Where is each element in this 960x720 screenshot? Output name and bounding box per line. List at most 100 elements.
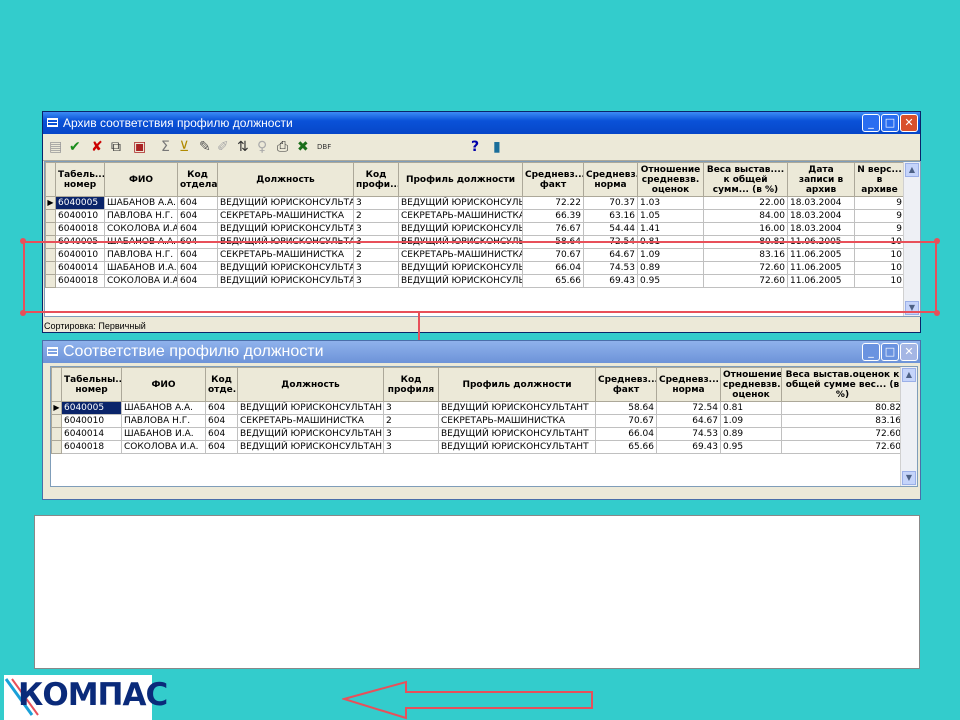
table-cell[interactable]: 604 xyxy=(177,209,218,223)
table-cell[interactable]: 18.03.2004 xyxy=(787,209,855,223)
row-indicator[interactable]: ▶ xyxy=(51,401,62,415)
table-cell[interactable]: 72.54 xyxy=(656,401,721,415)
table-cell[interactable]: 84.00 xyxy=(703,209,788,223)
row-indicator[interactable] xyxy=(45,222,56,236)
table-cell[interactable]: 3 xyxy=(353,196,399,210)
maximize-button[interactable]: □ xyxy=(881,114,899,132)
table-cell[interactable]: СОКОЛОВА И.А. xyxy=(121,440,206,454)
table-cell[interactable]: СЕКРЕТАРЬ-МАШИНИСТКА xyxy=(398,209,523,223)
column-header[interactable]: Отношение средневзв. оценок xyxy=(637,162,704,197)
hint-icon[interactable]: ♀ xyxy=(257,138,267,156)
profile-titlebar[interactable]: Соответствие профилю должности _ □ ✕ xyxy=(43,341,920,363)
table-cell[interactable]: ШАБАНОВ А.А. xyxy=(104,196,178,210)
table-cell[interactable]: 76.67 xyxy=(522,222,584,236)
table-cell[interactable]: ВЕДУЩИЙ ЮРИСКОНСУЛЬТА xyxy=(217,196,354,210)
table-row[interactable]: ▶ 6040005 ШАБАНОВ А.А. 604 ВЕДУЩИЙ ЮРИСКОНСУ… xyxy=(51,401,904,415)
table-cell[interactable]: 604 xyxy=(177,196,218,210)
table-cell[interactable]: 604 xyxy=(177,222,218,236)
table-cell[interactable]: 604 xyxy=(205,427,238,441)
exit-icon[interactable]: ▮ xyxy=(493,138,501,156)
column-header[interactable]: Код отде... xyxy=(205,367,238,402)
table-cell[interactable]: 6040010 xyxy=(55,209,105,223)
maximize-button[interactable]: □ xyxy=(881,343,899,361)
excel-icon[interactable]: ✖ xyxy=(297,138,309,156)
table-cell[interactable]: 6040014 xyxy=(61,427,122,441)
table-cell[interactable]: 66.04 xyxy=(595,427,657,441)
table-cell[interactable]: ВЕДУЩИЙ ЮРИСКОНСУЛЬТАН xyxy=(237,401,384,415)
table-cell[interactable]: 0.89 xyxy=(720,427,782,441)
scroll-down-icon[interactable]: ▼ xyxy=(902,471,916,485)
column-header[interactable]: Средневз... факт xyxy=(522,162,584,197)
table-cell[interactable]: 2 xyxy=(383,414,439,428)
table-cell[interactable]: 63.16 xyxy=(583,209,638,223)
archive-titlebar[interactable]: Архив соответствия профилю должности _ □… xyxy=(43,112,920,134)
table-cell[interactable]: ВЕДУЩИЙ ЮРИСКОНСУЛЬ xyxy=(398,196,523,210)
column-header[interactable]: Профиль должности xyxy=(438,367,596,402)
table-cell[interactable]: 80.82 xyxy=(781,401,904,415)
table-cell[interactable]: 18.03.2004 xyxy=(787,222,855,236)
table-cell[interactable]: 83.16 xyxy=(781,414,904,428)
row-indicator[interactable] xyxy=(45,209,56,223)
row-indicator[interactable] xyxy=(51,440,62,454)
column-header[interactable]: Код профиля xyxy=(383,367,439,402)
table-cell[interactable]: 6040005 xyxy=(61,401,122,415)
table-cell[interactable]: 58.64 xyxy=(595,401,657,415)
table-cell[interactable]: 66.39 xyxy=(522,209,584,223)
scroll-up-icon[interactable]: ▲ xyxy=(902,368,916,382)
table-cell[interactable]: 74.53 xyxy=(656,427,721,441)
table-cell[interactable]: ВЕДУЩИЙ ЮРИСКОНСУЛЬ xyxy=(398,222,523,236)
save-record-icon[interactable]: ▣ xyxy=(133,138,146,156)
table-row[interactable]: 6040018 СОКОЛОВА И.А. 604 ВЕДУЩИЙ ЮРИСКОНСУ… xyxy=(51,440,904,454)
table-cell[interactable]: 72.60 xyxy=(781,427,904,441)
table-cell[interactable]: 9 xyxy=(854,222,905,236)
table-cell[interactable]: 604 xyxy=(205,440,238,454)
column-header[interactable]: ФИО xyxy=(104,162,178,197)
column-header[interactable]: ФИО xyxy=(121,367,206,402)
table-cell[interactable]: ПАВЛОВА Н.Г. xyxy=(104,209,178,223)
table-row[interactable]: 6040018 СОКОЛОВА И.А. 604 ВЕДУЩИЙ ЮРИСКОНСУ… xyxy=(45,222,905,236)
table-cell[interactable]: 18.03.2004 xyxy=(787,196,855,210)
table-cell[interactable]: 604 xyxy=(205,414,238,428)
clear-filter-icon[interactable]: ✎ xyxy=(199,138,211,156)
table-row[interactable]: 6040014 ШАБАНОВ И.А. 604 ВЕДУЩИЙ ЮРИСКОНСУЛ… xyxy=(51,427,904,441)
table-cell[interactable]: 0.81 xyxy=(720,401,782,415)
table-cell[interactable]: 69.43 xyxy=(656,440,721,454)
table-cell[interactable]: 22.00 xyxy=(703,196,788,210)
table-cell[interactable]: СЕКРЕТАРЬ-МАШИНИСТКА xyxy=(237,414,384,428)
table-cell[interactable]: ШАБАНОВ И.А. xyxy=(121,427,206,441)
dbf-export-icon[interactable]: DBF xyxy=(317,138,331,156)
table-cell[interactable]: 64.67 xyxy=(656,414,721,428)
table-row[interactable]: 6040010 ПАВЛОВА Н.Г. 604 СЕКРЕТАРЬ-МАШИНИСТ… xyxy=(45,209,905,223)
table-cell[interactable]: 6040010 xyxy=(61,414,122,428)
row-indicator[interactable]: ▶ xyxy=(45,196,56,210)
column-header[interactable]: Код отдела xyxy=(177,162,218,197)
table-cell[interactable]: 1.05 xyxy=(637,209,704,223)
cancel-icon[interactable]: ✘ xyxy=(91,138,103,156)
table-cell[interactable]: ВЕДУЩИЙ ЮРИСКОНСУЛЬТАНТ xyxy=(438,401,596,415)
profile-vscroll[interactable]: ▲ ▼ xyxy=(900,367,917,486)
table-cell[interactable]: 70.67 xyxy=(595,414,657,428)
minimize-button[interactable]: _ xyxy=(862,114,880,132)
table-cell[interactable]: СЕКРЕТАРЬ-МАШИНИСТКА xyxy=(217,209,354,223)
copy-record-icon[interactable]: ⧉ xyxy=(111,138,121,156)
column-header[interactable]: Средневз... норма xyxy=(583,162,638,197)
row-indicator[interactable] xyxy=(51,427,62,441)
check-icon[interactable]: ✔ xyxy=(69,138,81,156)
scroll-up-icon[interactable]: ▲ xyxy=(905,163,919,177)
table-cell[interactable]: ШАБАНОВ А.А. xyxy=(121,401,206,415)
table-cell[interactable]: 9 xyxy=(854,196,905,210)
column-header[interactable]: Веса выстав.оценок к общей сумме вес... … xyxy=(781,367,904,402)
table-cell[interactable]: 72.22 xyxy=(522,196,584,210)
minimize-button[interactable]: _ xyxy=(862,343,880,361)
column-header[interactable]: Должность xyxy=(217,162,354,197)
table-cell[interactable]: ВЕДУЩИЙ ЮРИСКОНСУЛЬТАНТ xyxy=(438,440,596,454)
table-cell[interactable]: СЕКРЕТАРЬ-МАШИНИСТКА xyxy=(438,414,596,428)
table-cell[interactable]: ПАВЛОВА Н.Г. xyxy=(121,414,206,428)
table-cell[interactable]: ВЕДУЩИЙ ЮРИСКОНСУЛЬТАН xyxy=(237,427,384,441)
table-cell[interactable]: 72.60 xyxy=(781,440,904,454)
table-row[interactable]: 6040010 ПАВЛОВА Н.Г. 604 СЕКРЕТАРЬ-МАШИНИСТ… xyxy=(51,414,904,428)
filter-icon[interactable]: ⊻ xyxy=(179,138,189,156)
table-cell[interactable]: 1.09 xyxy=(720,414,782,428)
column-header[interactable]: N верс... в архиве xyxy=(854,162,905,197)
grid-icon[interactable]: ▤ xyxy=(49,138,62,156)
